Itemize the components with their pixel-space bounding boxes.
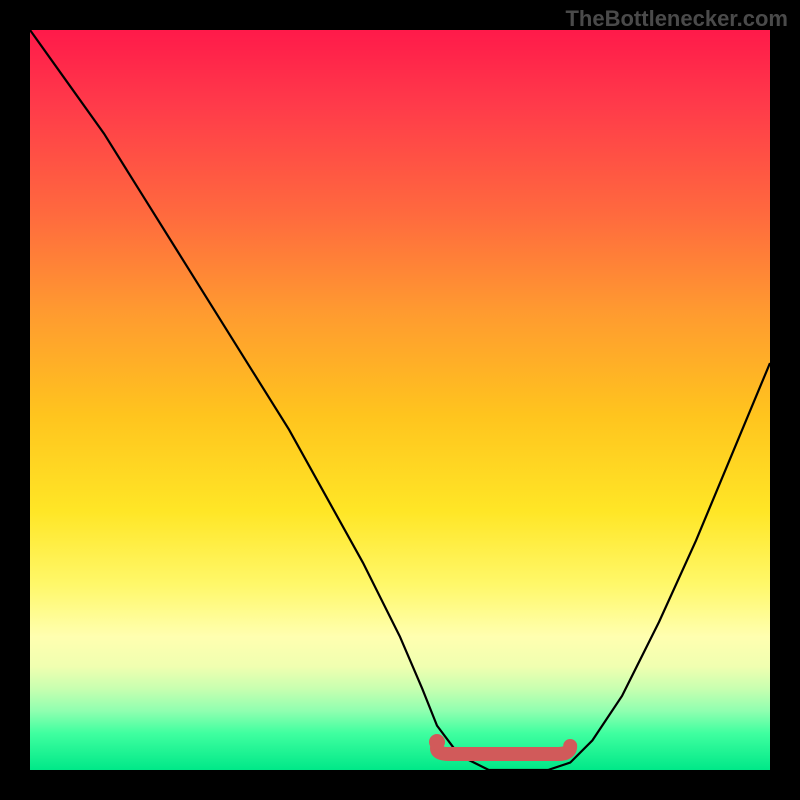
bottleneck-curve-line xyxy=(30,30,770,770)
watermark-text: TheBottlenecker.com xyxy=(565,6,788,32)
optimal-range-marker xyxy=(437,746,570,754)
chart-svg xyxy=(30,30,770,770)
chart-plot-area xyxy=(30,30,770,770)
optimal-range-start-dot xyxy=(429,734,445,750)
